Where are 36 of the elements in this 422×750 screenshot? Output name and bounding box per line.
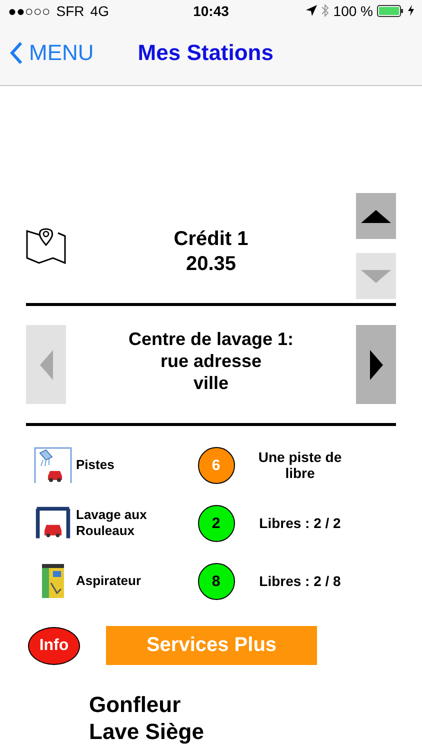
station-name: Lave Siège (89, 719, 204, 744)
page-title: Mes Stations (138, 40, 274, 66)
vacuum-machine-icon (41, 563, 65, 599)
credit-label: Crédit 1 (174, 227, 248, 252)
station-name: Gonfleur (89, 692, 181, 717)
clock: 10:43 (193, 2, 229, 18)
count-badge: 8 (198, 562, 234, 600)
count-badge: 2 (198, 504, 234, 542)
facility-label: Aspirateur (76, 573, 142, 589)
right-arrow-button[interactable] (356, 325, 396, 404)
facility-label: Pistes (76, 457, 116, 473)
count-badge: 6 (198, 446, 234, 484)
station-address: rue adresse (160, 350, 262, 370)
network-type: 4G (90, 2, 109, 18)
back-button[interactable]: MENU (10, 40, 94, 66)
station-address: ville (193, 372, 229, 392)
roller-wash-car-icon (34, 505, 72, 541)
facility-label: Lavage aux Rouleaux (76, 507, 148, 539)
signal-dots: ●●○○○ (8, 2, 50, 18)
battery-icon (377, 4, 404, 16)
bluetooth-icon (321, 4, 330, 17)
availability-text: Libres : 2 / 2 (258, 515, 342, 531)
chevron-left-icon (10, 41, 23, 65)
services-button[interactable]: Services Plus (106, 626, 317, 665)
availability-text: Libres : 2 / 8 (258, 573, 342, 589)
shower-car-icon (34, 447, 72, 483)
credit-amount: 20.35 (186, 252, 236, 277)
carrier-name: SFR (56, 2, 84, 18)
location-arrow-icon (306, 5, 318, 16)
charging-bolt-icon (408, 5, 414, 16)
map-pin-icon (26, 227, 66, 265)
battery-percentage: 100 % (333, 2, 373, 18)
up-arrow-button[interactable] (356, 193, 396, 239)
station-address: Centre de lavage 1: (128, 328, 294, 348)
availability-text: Une piste de libre (257, 449, 343, 481)
info-button[interactable]: Info (28, 626, 80, 664)
